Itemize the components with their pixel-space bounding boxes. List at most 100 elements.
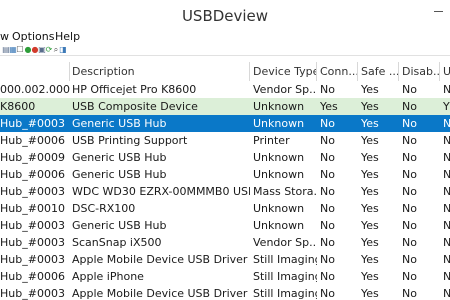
cell-usb-hub: N [443, 83, 450, 96]
column-header-connected[interactable]: Conn... [320, 62, 358, 81]
cell-connected: No [320, 253, 335, 266]
cell-connected: No [320, 168, 335, 181]
cell-disabled: No [402, 236, 417, 249]
cell-id: Hub_#0006 [0, 270, 65, 283]
cell-safe-to-unplug: Yes [361, 270, 379, 283]
cell-device-type: Unknown [253, 100, 305, 113]
column-header-description[interactable]: Description [72, 62, 250, 81]
cell-connected: No [320, 117, 335, 130]
cell-description: DSC-RX100 [72, 202, 136, 215]
cell-device-type: Still Imaging [253, 287, 317, 300]
cell-connected: No [320, 202, 335, 215]
cell-device-type: Still Imaging [253, 253, 317, 266]
cell-device-type: Unknown [253, 168, 305, 181]
menu-options[interactable]: Options [12, 30, 54, 44]
cell-safe-to-unplug: Yes [361, 100, 379, 113]
table-row[interactable]: Hub_#0006 USB Printing Support Printer No Ye… [0, 132, 450, 149]
cell-disabled: No [402, 219, 417, 232]
cell-usb-hub: N [443, 151, 450, 164]
table-row[interactable]: Hub_#0009 Generic USB Hub Unknown No Yes No N [0, 149, 450, 166]
cell-description: WDC WD30 EZRX-00MMMB0 USB ... [72, 185, 250, 198]
cell-usb-hub: N [443, 168, 450, 181]
cell-usb-hub: Y [443, 100, 450, 113]
cell-id: Hub_#0003 [0, 185, 65, 198]
cell-device-type: Printer [253, 134, 290, 147]
cell-usb-hub: N [443, 185, 450, 198]
cell-safe-to-unplug: Yes [361, 219, 379, 232]
cell-description: Generic USB Hub [72, 117, 167, 130]
table-row[interactable]: 000.002.000...HP Officejet Pro K8600 Vend… [0, 81, 450, 98]
cell-id: Hub_#0003 [0, 287, 65, 300]
menu-bar: w Options Help [0, 30, 450, 44]
cell-device-type: Unknown [253, 202, 305, 215]
cell-id: Hub_#0003 [0, 117, 65, 130]
cell-safe-to-unplug: Yes [361, 168, 379, 181]
table-row[interactable]: Hub_#0003 Generic USB Hub Unknown No Yes No N [0, 115, 450, 132]
cell-safe-to-unplug: Yes [361, 236, 379, 249]
about-icon[interactable]: ◨ [59, 46, 67, 54]
table-row[interactable]: Hub_#0006 Apple iPhone Still Imaging No Yes N… [0, 268, 450, 285]
select-icon[interactable]: ☐ [16, 46, 24, 54]
menu-help[interactable]: Help [55, 30, 80, 44]
cell-safe-to-unplug: Yes [361, 253, 379, 266]
cell-usb-hub: N [443, 287, 450, 300]
column-header-device-type[interactable]: Device Type [253, 62, 317, 81]
cell-safe-to-unplug: Yes [361, 83, 379, 96]
toolbar: ▤ ▦ ☐ ● ● ▣ ⟳ ⌕ ◨ [0, 44, 450, 56]
cell-usb-hub: N [443, 202, 450, 215]
cell-connected: No [320, 236, 335, 249]
cell-disabled: No [402, 253, 417, 266]
cell-id: Hub_#0003 [0, 253, 65, 266]
cell-connected: No [320, 270, 335, 283]
cell-disabled: No [402, 117, 417, 130]
table-row[interactable]: Hub_#0003 ScanSnap iX500 Vendor Sp... No Yes… [0, 234, 450, 251]
cell-disabled: No [402, 151, 417, 164]
cell-connected: No [320, 151, 335, 164]
table-header: Description Device Type Conn... Safe ...… [0, 62, 450, 81]
window-title: USBDeview [181, 7, 269, 25]
cell-description: Generic USB Hub [72, 151, 167, 164]
cell-device-type: Mass Stora... [253, 185, 317, 198]
cell-device-type: Vendor Sp... [253, 236, 317, 249]
cell-disabled: No [402, 202, 417, 215]
title-bar: USBDeview [0, 0, 450, 30]
cell-safe-to-unplug: Yes [361, 185, 379, 198]
table-row[interactable]: Hub_#0003 WDC WD30 EZRX-00MMMB0 USB ... Ma… [0, 183, 450, 200]
cell-id: Hub_#0006 [0, 168, 65, 181]
cell-usb-hub: N [443, 236, 450, 249]
column-header-safe-to-unplug[interactable]: Safe ... [361, 62, 399, 81]
cell-device-type: Unknown [253, 117, 305, 130]
cell-safe-to-unplug: Yes [361, 117, 379, 130]
cell-id: Hub_#0009 [0, 151, 65, 164]
cell-id: Hub_#0003 [0, 219, 65, 232]
cell-safe-to-unplug: Yes [361, 287, 379, 300]
table-row[interactable]: Hub_#0003 Apple Mobile Device USB Driver S… [0, 251, 450, 268]
cell-description: Apple Mobile Device USB Driver [72, 253, 248, 266]
cell-disabled: No [402, 134, 417, 147]
cell-id: Hub_#0003 [0, 236, 65, 249]
menu-view[interactable]: w [0, 30, 9, 44]
cell-connected: No [320, 83, 335, 96]
cell-description: USB Printing Support [72, 134, 188, 147]
cell-usb-hub: N [443, 134, 450, 147]
column-header-disabled[interactable]: Disab... [402, 62, 440, 81]
table-row[interactable]: Hub_#0003 Apple Mobile Device USB Driver S… [0, 285, 450, 300]
cell-device-type: Vendor Sp... [253, 83, 317, 96]
table-row[interactable]: Hub_#0006 Generic USB Hub Unknown No Yes No N [0, 166, 450, 183]
cell-description: Generic USB Hub [72, 219, 167, 232]
cell-connected: No [320, 287, 335, 300]
table-row[interactable]: Hub_#0003 Generic USB Hub Unknown No Yes No N [0, 217, 450, 234]
cell-usb-hub: N [443, 253, 450, 266]
cell-disabled: No [402, 185, 417, 198]
table-row[interactable]: K8600 USB Composite Device Unknown Yes Yes No… [0, 98, 450, 115]
column-header-usb-hub[interactable]: U [443, 62, 450, 81]
cell-connected: No [320, 185, 335, 198]
cell-safe-to-unplug: Yes [361, 134, 379, 147]
column-header-id[interactable] [0, 62, 70, 81]
minimize-button[interactable] [432, 3, 446, 17]
table-row[interactable]: Hub_#0010 DSC-RX100 Unknown No Yes No N [0, 200, 450, 217]
cell-connected: No [320, 134, 335, 147]
cell-disabled: No [402, 270, 417, 283]
cell-id: Hub_#0010 [0, 202, 65, 215]
cell-device-type: Unknown [253, 151, 305, 164]
